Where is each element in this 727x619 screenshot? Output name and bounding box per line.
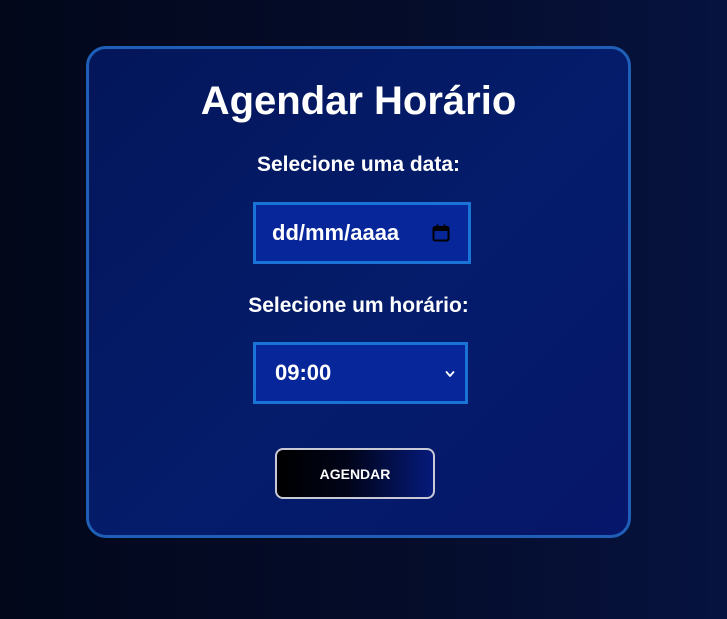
date-input-text: dd/mm/aaaa bbox=[272, 220, 400, 245]
calendar-icon[interactable] bbox=[432, 224, 450, 242]
page-title: Agendar Horário bbox=[200, 79, 517, 123]
date-input[interactable]: dd/mm/aaaa bbox=[253, 202, 471, 264]
time-select-value: 09:00 bbox=[275, 360, 332, 385]
scheduling-card: Agendar Horário Selecione uma data: dd/m… bbox=[86, 46, 631, 538]
date-label: Selecione uma data: bbox=[256, 153, 461, 176]
time-select[interactable]: 09:00 bbox=[253, 342, 468, 404]
time-label: Selecione um horário: bbox=[248, 294, 469, 317]
agendar-button[interactable]: AGENDAR bbox=[275, 448, 435, 499]
chevron-down-icon bbox=[445, 371, 455, 377]
